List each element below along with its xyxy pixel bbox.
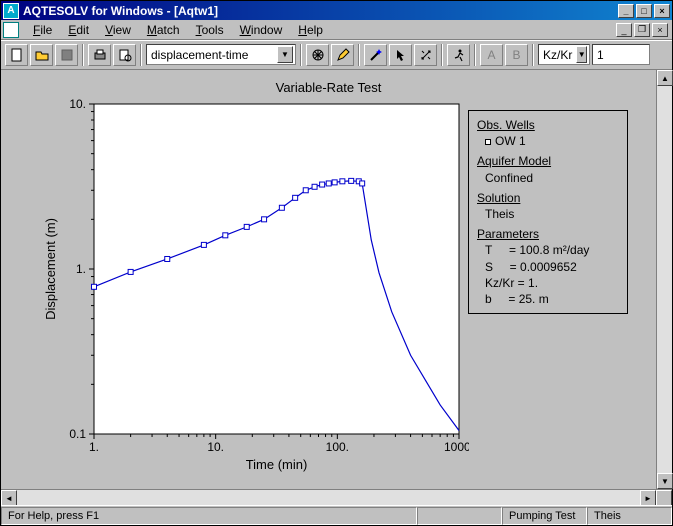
crosshair-button[interactable] xyxy=(414,44,437,66)
chart-plot: 1.10.100.1000.0.11.10.Time (min)Displace… xyxy=(39,99,469,479)
window-title: AQTESOLV for Windows - [Aqtw1] xyxy=(23,4,618,18)
runner-icon xyxy=(452,48,466,62)
grid-icon xyxy=(311,48,325,62)
letter-a-button[interactable]: A xyxy=(480,44,503,66)
solution-value: Theis xyxy=(477,206,619,222)
status-solution: Theis xyxy=(587,507,672,525)
mdi-minimize-button[interactable]: _ xyxy=(616,23,632,37)
scroll-track[interactable] xyxy=(657,86,672,473)
plot-type-combo[interactable]: displacement-time ▼ xyxy=(146,44,296,65)
chart-canvas: Variable-Rate Test 1.10.100.1000.0.11.10… xyxy=(1,70,656,489)
title-bar: A AQTESOLV for Windows - [Aqtw1] _ □ × xyxy=(1,1,672,20)
menu-help[interactable]: Help xyxy=(290,21,331,39)
pointer-icon xyxy=(394,48,408,62)
scroll-down-button[interactable]: ▼ xyxy=(657,473,673,489)
print-button[interactable] xyxy=(88,44,111,66)
letter-b-button[interactable]: B xyxy=(505,44,528,66)
param-t: T = 100.8 m²/day xyxy=(477,242,619,258)
preview-icon xyxy=(118,48,132,62)
chevron-down-icon: ▼ xyxy=(277,46,293,63)
letter-b-icon: B xyxy=(512,48,520,62)
mdi-restore-button[interactable]: ❐ xyxy=(634,23,650,37)
mdi-close-button[interactable]: × xyxy=(652,23,668,37)
save-icon xyxy=(60,48,74,62)
toolbar: displacement-time ▼ A B Kz/Kr ▼ 1 xyxy=(1,40,672,70)
document-icon[interactable] xyxy=(3,22,19,38)
pointer-button[interactable] xyxy=(389,44,412,66)
new-icon xyxy=(10,48,24,62)
solution-header: Solution xyxy=(477,190,619,206)
minimize-button[interactable]: _ xyxy=(618,4,634,18)
svg-text:10.: 10. xyxy=(69,99,86,111)
aquifer-model-header: Aquifer Model xyxy=(477,153,619,169)
menu-edit[interactable]: Edit xyxy=(60,21,97,39)
scroll-track[interactable] xyxy=(17,490,640,505)
menu-window[interactable]: Window xyxy=(232,21,291,39)
menu-view[interactable]: View xyxy=(97,21,139,39)
menu-file[interactable]: File xyxy=(25,21,60,39)
print-icon xyxy=(93,48,107,62)
chart-title: Variable-Rate Test xyxy=(9,80,648,95)
edit-button[interactable] xyxy=(331,44,354,66)
obs-wells-header: Obs. Wells xyxy=(477,117,619,133)
status-mode: Pumping Test xyxy=(502,507,587,525)
svg-text:1.: 1. xyxy=(76,262,86,276)
status-help: For Help, press F1 xyxy=(1,507,417,525)
work-area: Variable-Rate Test 1.10.100.1000.0.11.10… xyxy=(1,70,672,489)
ratio-combo[interactable]: Kz/Kr ▼ xyxy=(538,44,590,65)
scroll-left-button[interactable]: ◄ xyxy=(1,490,17,506)
plot-type-value: displacement-time xyxy=(151,48,248,62)
svg-text:Time (min): Time (min) xyxy=(246,457,308,472)
chevron-down-icon: ▼ xyxy=(576,46,587,63)
maximize-button[interactable]: □ xyxy=(636,4,652,18)
close-button[interactable]: × xyxy=(654,4,670,18)
svg-text:100.: 100. xyxy=(326,440,349,454)
info-panel: Obs. Wells OW 1 Aquifer Model Confined S… xyxy=(468,110,628,314)
size-grip[interactable] xyxy=(656,490,672,506)
svg-text:0.1: 0.1 xyxy=(69,427,86,441)
param-kzkr: Kz/Kr = 1. xyxy=(477,275,619,291)
crosshair-icon xyxy=(419,48,433,62)
ratio-input-value: 1 xyxy=(597,48,604,62)
svg-text:Displacement (m): Displacement (m) xyxy=(43,218,58,320)
aquifer-model-value: Confined xyxy=(477,170,619,186)
open-button[interactable] xyxy=(30,44,53,66)
status-bar: For Help, press F1 Pumping Test Theis xyxy=(1,505,672,525)
letter-a-icon: A xyxy=(487,48,495,62)
menu-match[interactable]: Match xyxy=(139,21,188,39)
status-empty xyxy=(417,507,502,525)
param-s: S = 0.0009652 xyxy=(477,259,619,275)
grid-button[interactable] xyxy=(306,44,329,66)
new-button[interactable] xyxy=(5,44,28,66)
vertical-scrollbar[interactable]: ▲ ▼ xyxy=(656,70,672,489)
obs-well-item: OW 1 xyxy=(477,133,619,149)
svg-text:1000.: 1000. xyxy=(444,440,469,454)
svg-text:10.: 10. xyxy=(207,440,224,454)
wand-icon xyxy=(369,48,383,62)
wand-button[interactable] xyxy=(364,44,387,66)
svg-text:1.: 1. xyxy=(89,440,99,454)
square-marker-icon xyxy=(485,139,491,145)
scroll-up-button[interactable]: ▲ xyxy=(657,70,673,86)
pencil-icon xyxy=(336,48,350,62)
print-preview-button[interactable] xyxy=(113,44,136,66)
open-icon xyxy=(35,48,49,62)
run-button[interactable] xyxy=(447,44,470,66)
menu-tools[interactable]: Tools xyxy=(188,21,232,39)
scroll-right-button[interactable]: ► xyxy=(640,490,656,506)
menu-bar: File Edit View Match Tools Window Help _… xyxy=(1,20,672,40)
ratio-combo-value: Kz/Kr xyxy=(543,48,572,62)
app-icon: A xyxy=(3,3,19,19)
save-button[interactable] xyxy=(55,44,78,66)
parameters-header: Parameters xyxy=(477,226,619,242)
ratio-input[interactable]: 1 xyxy=(592,44,650,65)
horizontal-scrollbar[interactable]: ◄ ► xyxy=(1,489,672,505)
param-b: b = 25. m xyxy=(477,291,619,307)
